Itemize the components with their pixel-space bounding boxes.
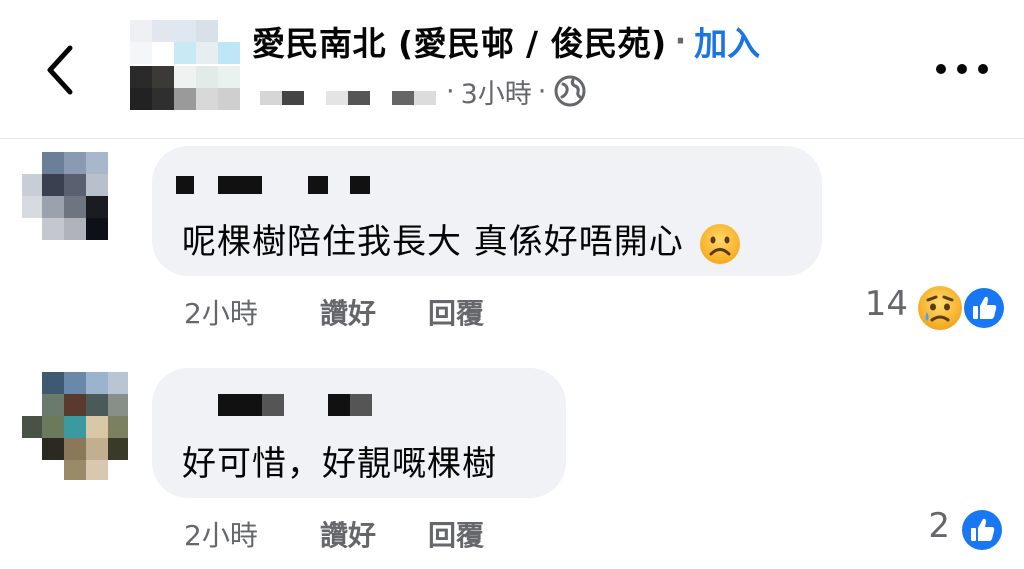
more-options-button[interactable] — [936, 54, 988, 84]
reply-button[interactable]: 回覆 — [428, 514, 484, 554]
join-group-button[interactable]: 加入 — [694, 17, 760, 65]
meta-separator: · — [446, 75, 455, 107]
title-separator: · — [674, 23, 687, 59]
post-timestamp[interactable]: 3小時 — [461, 72, 532, 111]
like-reaction-icon[interactable] — [960, 284, 1008, 332]
commenter-avatar[interactable] — [22, 152, 110, 240]
globe-icon — [554, 75, 586, 107]
comment-timestamp[interactable]: 2小時 — [184, 292, 258, 332]
commenter-name-redacted[interactable] — [218, 394, 388, 420]
reply-button[interactable]: 回覆 — [428, 292, 484, 332]
commenter-name-redacted[interactable] — [176, 176, 376, 202]
like-button[interactable]: 讚好 — [320, 514, 376, 554]
group-name[interactable]: 愛民南北 (愛民邨 / 俊民苑) — [252, 17, 667, 65]
sad-reaction-icon[interactable] — [916, 284, 964, 332]
comment-bubble: 呢棵樹陪住我長大 真係好唔開心 — [152, 146, 822, 276]
more-horizontal-icon — [936, 64, 946, 74]
commenter-avatar[interactable] — [22, 372, 128, 480]
comment-timestamp[interactable]: 2小時 — [184, 514, 258, 554]
reaction-count[interactable]: 14 — [840, 284, 908, 324]
like-reaction-icon[interactable] — [958, 506, 1006, 554]
comment-text: 呢棵樹陪住我長大 真係好唔開心 — [182, 214, 742, 266]
meta-separator: · — [537, 75, 547, 107]
header-divider — [0, 138, 1024, 139]
comment-text: 好可惜，好靚嘅棵樹 — [182, 444, 497, 484]
back-button[interactable] — [40, 40, 84, 100]
like-button[interactable]: 讚好 — [320, 292, 376, 332]
reaction-count[interactable]: 2 — [900, 506, 950, 546]
group-avatar[interactable] — [130, 20, 240, 112]
chevron-left-icon — [47, 45, 73, 95]
comment-bubble: 好可惜，好靚嘅棵樹 — [152, 368, 566, 498]
frowning-face-icon — [699, 223, 740, 264]
post-author-redacted[interactable] — [260, 77, 440, 105]
post-header: 愛民南北 (愛民邨 / 俊民苑) · 加入 · 3小時 · — [0, 0, 1024, 138]
